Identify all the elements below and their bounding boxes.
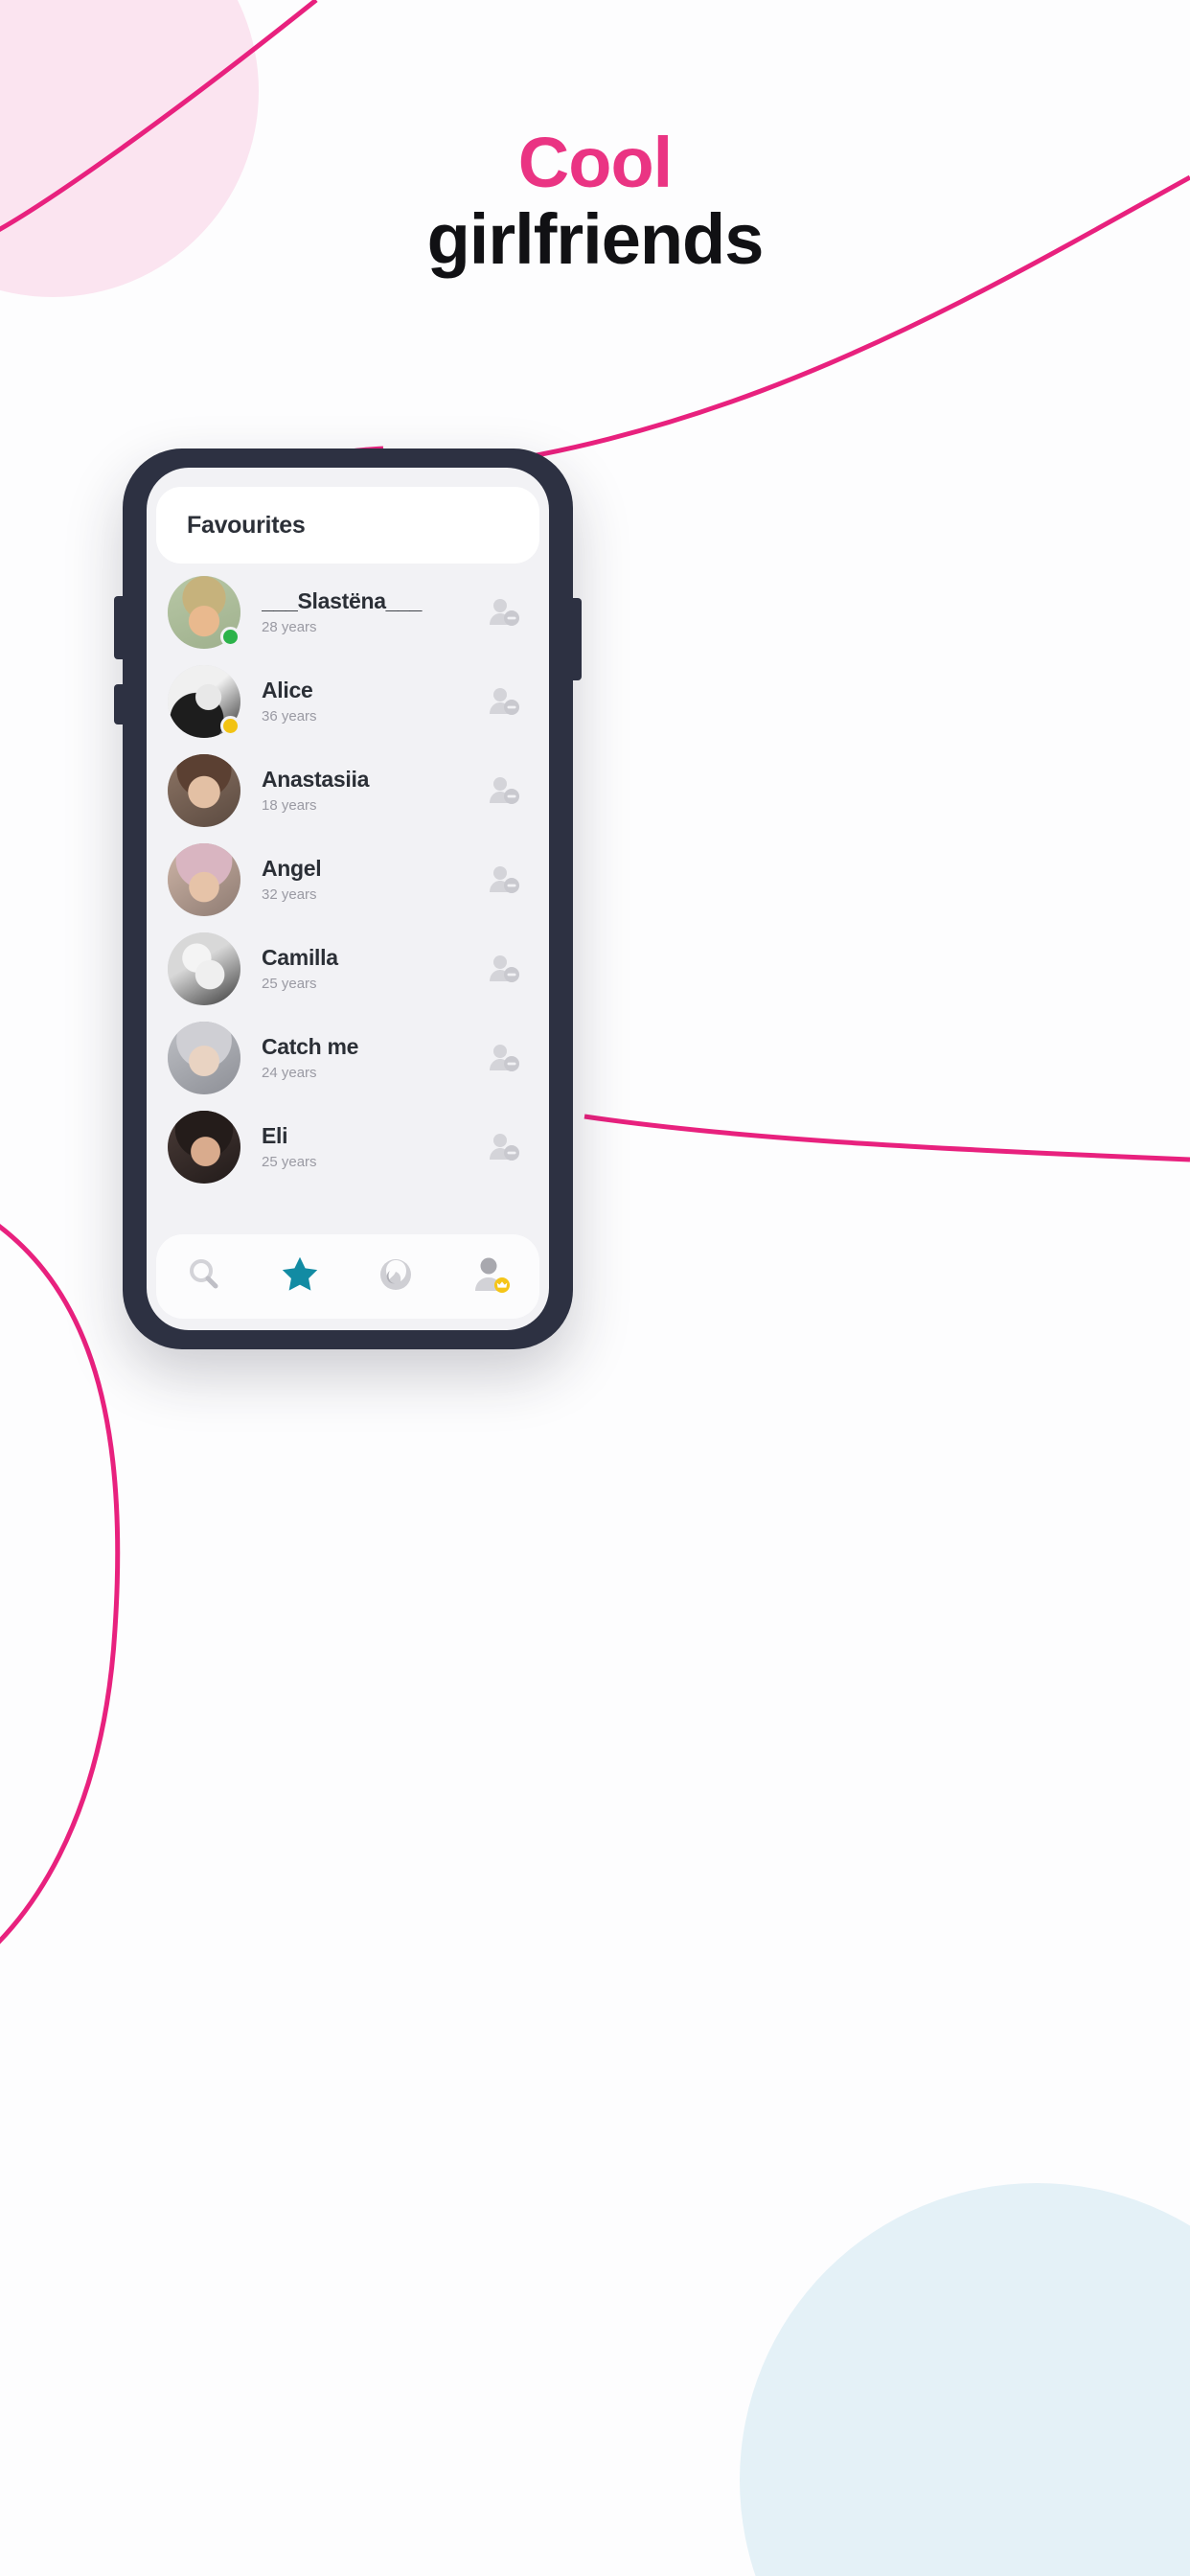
contact-name: Alice: [262, 678, 313, 702]
avatar[interactable]: [168, 1021, 240, 1094]
contact-name: Eli: [262, 1123, 288, 1148]
phone-screen: Favourites ___Slastëna___ 28 years Alice…: [147, 468, 549, 1330]
contact-info: Anastasiia 18 years: [240, 767, 482, 814]
contact-age: 24 years: [262, 1065, 317, 1081]
remove-user-icon[interactable]: [482, 1044, 526, 1072]
star-icon: [280, 1254, 320, 1300]
list-item[interactable]: Catch me 24 years: [147, 1013, 549, 1102]
contact-info: Camilla 25 years: [240, 945, 482, 992]
remove-user-icon[interactable]: [482, 598, 526, 627]
contact-age: 25 years: [262, 976, 317, 992]
contact-age: 36 years: [262, 708, 317, 724]
profile-crown-icon: [470, 1255, 513, 1299]
list-item[interactable]: Eli 25 years: [147, 1102, 549, 1191]
avatar[interactable]: [168, 753, 240, 827]
bottom-navigation-bar: [156, 1234, 539, 1319]
list-item[interactable]: ___Slastëna___ 28 years: [147, 567, 549, 656]
phone-volume-up-button: [114, 596, 124, 659]
remove-user-icon[interactable]: [482, 687, 526, 716]
headline-line-1: Cool: [517, 123, 673, 202]
headline-line-2: girlfriends: [426, 198, 765, 279]
contact-name: Catch me: [262, 1034, 359, 1059]
avatar[interactable]: [168, 664, 240, 738]
contact-info: Eli 25 years: [240, 1123, 482, 1170]
phone-mockup: Favourites ___Slastëna___ 28 years Alice…: [114, 448, 582, 1349]
list-item[interactable]: Alice 36 years: [147, 656, 549, 746]
contact-name: Anastasiia: [262, 767, 370, 792]
status-badge-away: [220, 715, 240, 736]
phone-power-button: [572, 598, 582, 680]
contact-name: Angel: [262, 856, 322, 881]
avatar[interactable]: [168, 842, 240, 916]
remove-user-icon[interactable]: [482, 776, 526, 805]
contact-name: Camilla: [262, 945, 338, 970]
remove-user-icon[interactable]: [482, 1133, 526, 1162]
contact-info: ___Slastëna___ 28 years: [240, 588, 482, 635]
list-item[interactable]: Anastasiia 18 years: [147, 746, 549, 835]
nav-tab-favourites[interactable]: [265, 1242, 334, 1311]
page-title: Cool girlfriends: [0, 125, 1190, 278]
favourites-header-card: Favourites: [156, 487, 539, 564]
contact-name: ___Slastëna___: [262, 588, 423, 613]
contact-info: Alice 36 years: [240, 678, 482, 724]
avatar[interactable]: [168, 1110, 240, 1184]
contact-info: Catch me 24 years: [240, 1034, 482, 1081]
contact-age: 28 years: [262, 619, 317, 635]
contact-age: 32 years: [262, 886, 317, 903]
status-badge-online: [220, 626, 240, 647]
remove-user-icon[interactable]: [482, 954, 526, 983]
search-icon: [186, 1256, 222, 1298]
contacts-list[interactable]: ___Slastëna___ 28 years Alice 36 years A…: [147, 564, 549, 1234]
contact-age: 18 years: [262, 797, 317, 814]
avatar[interactable]: [168, 575, 240, 649]
nav-tab-profile-face[interactable]: [361, 1242, 430, 1311]
nav-tab-search[interactable]: [170, 1242, 239, 1311]
list-item[interactable]: Camilla 25 years: [147, 924, 549, 1013]
contact-info: Angel 32 years: [240, 856, 482, 903]
avatar[interactable]: [168, 932, 240, 1005]
screen-title: Favourites: [187, 511, 306, 539]
phone-volume-down-button: [114, 684, 124, 724]
nav-tab-account[interactable]: [457, 1242, 526, 1311]
face-icon: [377, 1255, 415, 1299]
remove-user-icon[interactable]: [482, 865, 526, 894]
list-item[interactable]: Angel 32 years: [147, 835, 549, 924]
contact-age: 25 years: [262, 1154, 317, 1170]
